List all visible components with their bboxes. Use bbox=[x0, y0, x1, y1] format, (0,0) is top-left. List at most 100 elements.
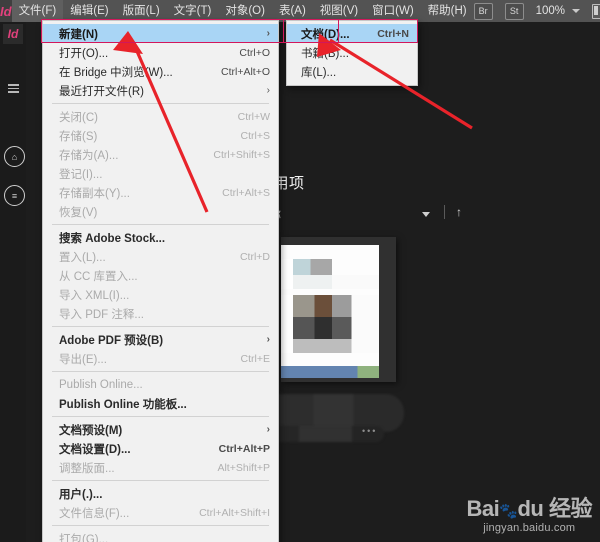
file-menu-item-1[interactable]: 打开(O)... Ctrl+O bbox=[43, 43, 278, 62]
file-menu-item-7[interactable]: 存储为(A)... Ctrl+Shift+S bbox=[43, 145, 278, 164]
zoom-chevron-down-icon[interactable] bbox=[572, 9, 581, 13]
file-menu-item-12[interactable]: 搜索 Adobe Stock... bbox=[43, 228, 278, 247]
file-menu-item-shortcut: Ctrl+Alt+Shift+I bbox=[199, 506, 270, 519]
file-menu-item-label: 置入(L)... bbox=[59, 251, 106, 264]
file-menu-item-label: 在 Bridge 中浏览(W)... bbox=[59, 66, 173, 79]
file-menu-item-label: 导出(E)... bbox=[59, 353, 107, 366]
file-menu-item-2[interactable]: 在 Bridge 中浏览(W)... Ctrl+Alt+O bbox=[43, 62, 278, 81]
bridge-button[interactable]: Br bbox=[473, 2, 493, 20]
file-menu-item-shortcut: Ctrl+D bbox=[239, 250, 270, 263]
file-menu-item-shortcut: Ctrl+E bbox=[240, 352, 270, 365]
file-menu-item-shortcut: Alt+Shift+P bbox=[217, 461, 270, 474]
file-menu-item-shortcut: Ctrl+Alt+P bbox=[218, 442, 270, 455]
file-menu-item-label: 导入 PDF 注释... bbox=[59, 308, 144, 321]
toolbar-divider bbox=[444, 205, 445, 219]
file-menu-separator bbox=[52, 103, 269, 104]
file-menu-item-label: Publish Online 功能板... bbox=[59, 398, 187, 411]
learn-circle-icon[interactable]: ≡ bbox=[4, 185, 25, 206]
file-menu-item-label: 登记(I)... bbox=[59, 168, 103, 181]
file-menu-item-26[interactable]: 调整版面... Alt+Shift+P bbox=[43, 458, 278, 477]
file-menu-item-18[interactable]: Adobe PDF 预设(B) › bbox=[43, 330, 278, 349]
baidu-watermark: Bai🐾du 经验 jingyan.baidu.com bbox=[466, 496, 593, 535]
file-menu-item-shortcut: Ctrl+Alt+S bbox=[222, 186, 270, 199]
home-circle-icon[interactable]: ⌂ bbox=[4, 146, 25, 167]
stock-button[interactable]: St bbox=[504, 2, 524, 20]
file-menu-item-25[interactable]: 文档设置(D)... Ctrl+Alt+P bbox=[43, 439, 278, 458]
watermark-suffix: 经验 bbox=[548, 496, 593, 521]
left-icon-rail: Id ⌂ ≡ bbox=[0, 22, 26, 542]
file-menu-item-shortcut: Ctrl+O bbox=[239, 46, 270, 59]
chevron-right-icon: › bbox=[266, 334, 270, 345]
file-menu-item-19[interactable]: 导出(E)... Ctrl+E bbox=[43, 349, 278, 368]
hamburger-menu-icon[interactable] bbox=[8, 84, 19, 93]
overflow-dots-icon: ••• bbox=[362, 426, 378, 436]
watermark-brand-part2: du bbox=[517, 496, 544, 521]
file-menu-item-3[interactable]: 最近打开文件(R) › bbox=[43, 81, 278, 100]
watermark-url: jingyan.baidu.com bbox=[483, 522, 576, 534]
file-menu-item-label: 搜索 Adobe Stock... bbox=[59, 232, 166, 245]
menu-bar-right-tools: Br St 100% bbox=[473, 2, 600, 20]
file-menu-item-16[interactable]: 导入 PDF 注释... bbox=[43, 304, 278, 323]
sort-chevron-down-icon[interactable] bbox=[422, 212, 430, 217]
menubar-item-8[interactable]: 帮助(H) bbox=[421, 0, 474, 22]
indesign-window: Id 文件(F) 编辑(E) 版面(L) 文字(T) 对象(O) 表(A) 视图(V) 窗口(… bbox=[0, 0, 600, 542]
file-menu-item-14[interactable]: 从 CC 库置入... bbox=[43, 266, 278, 285]
file-menu-separator bbox=[52, 224, 269, 225]
file-menu-separator bbox=[52, 371, 269, 372]
new-submenu-item-label: 书籍(B)... bbox=[301, 47, 349, 60]
workspace-switcher-icon[interactable] bbox=[592, 3, 600, 19]
file-menu-separator bbox=[52, 416, 269, 417]
zoom-level-value[interactable]: 100% bbox=[536, 5, 565, 17]
file-menu-separator bbox=[52, 525, 269, 526]
file-menu-item-label: 存储(S) bbox=[59, 130, 98, 143]
chevron-right-icon: › bbox=[266, 424, 270, 435]
file-menu-item-label: 用户(.)... bbox=[59, 488, 103, 501]
new-submenu-item-label: 库(L)... bbox=[301, 66, 337, 79]
file-menu-item-label: 打开(O)... bbox=[59, 47, 109, 60]
file-menu-item-24[interactable]: 文档预设(M) › bbox=[43, 420, 278, 439]
file-menu-item-8[interactable]: 登记(I)... bbox=[43, 164, 278, 183]
file-menu-item-label: 存储为(A)... bbox=[59, 149, 119, 162]
file-menu-item-15[interactable]: 导入 XML(I)... bbox=[43, 285, 278, 304]
file-menu-item-21[interactable]: Publish Online... bbox=[43, 375, 278, 394]
chevron-right-icon: › bbox=[266, 85, 270, 96]
file-menu-item-label: 导入 XML(I)... bbox=[59, 289, 130, 302]
file-menu-item-label: 文档设置(D)... bbox=[59, 443, 131, 456]
recent-file-thumbnail[interactable] bbox=[281, 237, 396, 382]
file-menu-separator bbox=[52, 480, 269, 481]
file-menu-item-28[interactable]: 用户(.)... bbox=[43, 484, 278, 503]
rail-app-logo-icon: Id bbox=[3, 24, 23, 44]
file-menu-item-label: 打包(G)... bbox=[59, 533, 109, 542]
file-menu-item-5[interactable]: 关闭(C) Ctrl+W bbox=[43, 107, 278, 126]
file-menu-item-9[interactable]: 存储副本(Y)... Ctrl+Alt+S bbox=[43, 183, 278, 202]
watermark-brand: Bai🐾du 经验 bbox=[466, 496, 593, 521]
file-menu-item-label: 从 CC 库置入... bbox=[59, 270, 138, 283]
file-menu-dropdown[interactable]: 新建(N) › 打开(O)... Ctrl+O 在 Bridge 中浏览(W)... Ct… bbox=[42, 20, 279, 542]
file-menu-item-shortcut: Ctrl+S bbox=[240, 129, 270, 142]
file-menu-item-label: Publish Online... bbox=[59, 378, 143, 391]
annotation-box-document-item bbox=[283, 19, 418, 43]
file-menu-item-label: 恢复(V) bbox=[59, 206, 98, 219]
app-logo-icon: Id bbox=[0, 0, 12, 22]
file-menu-item-shortcut: Ctrl+W bbox=[237, 110, 270, 123]
file-menu-separator bbox=[52, 326, 269, 327]
file-menu-item-10[interactable]: 恢复(V) bbox=[43, 202, 278, 221]
paw-icon: 🐾 bbox=[499, 503, 518, 520]
file-menu-item-22[interactable]: Publish Online 功能板... bbox=[43, 394, 278, 413]
file-menu-item-13[interactable]: 置入(L)... Ctrl+D bbox=[43, 247, 278, 266]
watermark-brand-part1: Bai bbox=[466, 496, 500, 521]
document-preview bbox=[281, 245, 379, 378]
file-menu-item-31[interactable]: 打包(G)... bbox=[43, 529, 278, 542]
file-menu-item-shortcut: Ctrl+Shift+S bbox=[213, 148, 270, 161]
file-menu-item-label: 调整版面... bbox=[59, 462, 115, 475]
file-menu-item-label: 关闭(C) bbox=[59, 111, 98, 124]
file-menu-item-29[interactable]: 文件信息(F)... Ctrl+Alt+Shift+I bbox=[43, 503, 278, 522]
file-menu-item-label: 存储副本(Y)... bbox=[59, 187, 130, 200]
file-menu-item-shortcut: Ctrl+Alt+O bbox=[220, 65, 270, 78]
file-menu-item-label: 文件信息(F)... bbox=[59, 507, 130, 520]
new-submenu-item-1[interactable]: 书籍(B)... bbox=[287, 43, 417, 62]
sort-order-icon[interactable]: ↑ bbox=[456, 205, 462, 219]
file-menu-item-label: 最近打开文件(R) bbox=[59, 85, 144, 98]
file-menu-item-6[interactable]: 存储(S) Ctrl+S bbox=[43, 126, 278, 145]
new-submenu-item-2[interactable]: 库(L)... bbox=[287, 62, 417, 81]
